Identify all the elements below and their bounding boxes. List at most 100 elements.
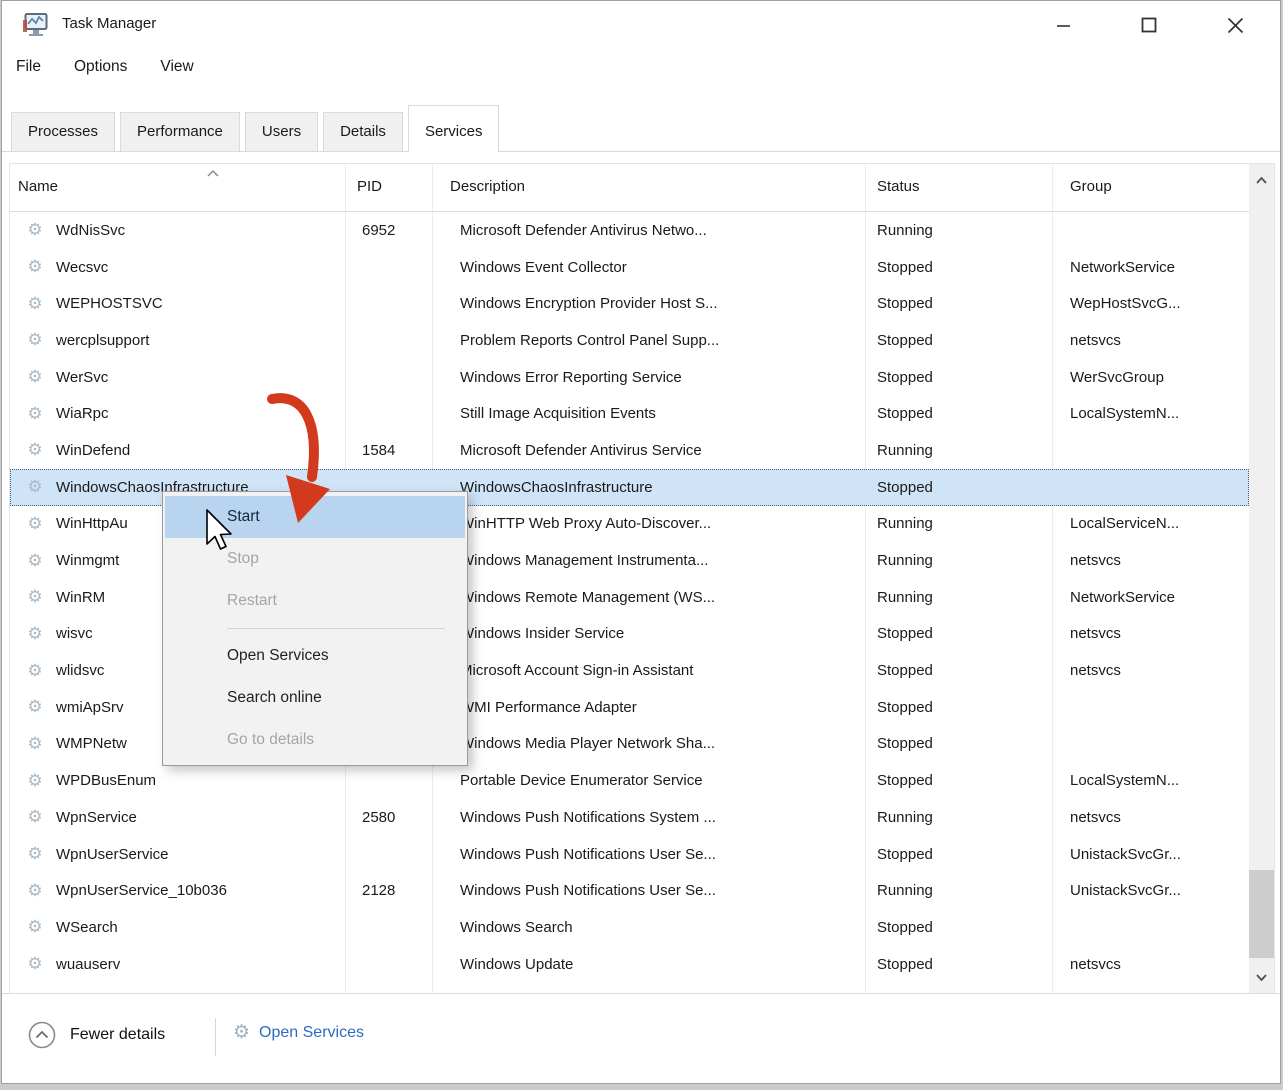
- cell-status: Stopped: [865, 259, 1052, 276]
- minimize-icon: [1056, 18, 1071, 33]
- cell-group: netsvcs: [1052, 956, 1249, 973]
- service-gear-icon: ⚙: [23, 661, 47, 681]
- open-services-link[interactable]: ⚙ Open Services: [233, 1021, 364, 1044]
- scrollbar-thumb[interactable]: [1249, 870, 1274, 958]
- cell-status: Running: [865, 589, 1052, 606]
- context-menu-item-open-services[interactable]: Open Services: [165, 635, 465, 677]
- table-row[interactable]: ⚙WerSvcWindows Error Reporting ServiceSt…: [10, 359, 1249, 396]
- cell-status: Stopped: [865, 295, 1052, 312]
- column-header-status[interactable]: Status: [865, 164, 1052, 211]
- cell-group: NetworkService: [1052, 259, 1249, 276]
- cell-status: Stopped: [865, 369, 1052, 386]
- table-row[interactable]: ⚙WpnUserServiceWindows Push Notification…: [10, 836, 1249, 873]
- cell-name: ⚙WerSvc: [10, 367, 345, 387]
- scrollbar[interactable]: [1249, 164, 1274, 993]
- fewer-details-label: Fewer details: [70, 1026, 165, 1044]
- task-manager-app-icon: [22, 11, 50, 39]
- window-title: Task Manager: [62, 15, 156, 32]
- cell-description: Still Image Acquisition Events: [432, 405, 865, 422]
- service-name: WiaRpc: [56, 405, 109, 422]
- service-name: Winmgmt: [56, 552, 119, 569]
- table-row[interactable]: ⚙WiaRpc Still Image Acquisition EventsSto…: [10, 395, 1249, 432]
- tab-users[interactable]: Users: [245, 112, 318, 151]
- tab-processes[interactable]: Processes: [11, 112, 115, 151]
- cell-name: ⚙wuauserv: [10, 954, 345, 974]
- cell-status: Stopped: [865, 772, 1052, 789]
- table-row[interactable]: ⚙WEPHOSTSVCWindows Encryption Provider H…: [10, 285, 1249, 322]
- cell-group: netsvcs: [1052, 809, 1249, 826]
- cell-group: WepHostSvcG...: [1052, 295, 1249, 312]
- table-row[interactable]: ⚙wuauservWindows UpdateStoppednetsvcs: [10, 946, 1249, 983]
- table-row[interactable]: ⚙WSearchWindows SearchStopped: [10, 909, 1249, 946]
- service-name: wuauserv: [56, 956, 120, 973]
- cell-description: Microsoft Defender Antivirus Service: [432, 442, 865, 459]
- cell-description: Windows Media Player Network Sha...: [432, 735, 865, 752]
- table-row[interactable]: ⚙WecsvcWindows Event CollectorStoppedNet…: [10, 249, 1249, 286]
- table-row[interactable]: ⚙WPDBusEnumPortable Device Enumerator Se…: [10, 762, 1249, 799]
- cell-description: WindowsChaosInfrastructure: [432, 479, 865, 496]
- table-row[interactable]: ⚙WdNisSvc6952Microsoft Defender Antiviru…: [10, 212, 1249, 249]
- service-gear-icon: ⚙: [23, 440, 47, 460]
- table-row[interactable]: ⚙WpnUserService_10b0362128Windows Push N…: [10, 872, 1249, 909]
- fewer-details-button[interactable]: Fewer details: [28, 1021, 165, 1049]
- cell-status: Running: [865, 882, 1052, 899]
- table-row[interactable]: ⚙WinDefend1584Microsoft Defender Antivir…: [10, 432, 1249, 469]
- tab-details[interactable]: Details: [323, 112, 403, 151]
- cell-name: ⚙WpnUserService_10b036: [10, 881, 345, 901]
- column-header-description[interactable]: Description: [432, 164, 865, 211]
- cell-description: Windows Push Notifications User Se...: [432, 846, 865, 863]
- cell-name: ⚙WiaRpc: [10, 404, 345, 424]
- cell-group: LocalServiceN...: [1052, 515, 1249, 532]
- cell-name: ⚙WdNisSvc: [10, 220, 345, 240]
- context-menu-item-search-online[interactable]: Search online: [165, 677, 465, 719]
- minimize-button[interactable]: [1034, 3, 1092, 47]
- cell-status: Stopped: [865, 479, 1052, 496]
- column-header-group[interactable]: Group: [1052, 164, 1249, 211]
- service-gear-icon: ⚙: [23, 624, 47, 644]
- cell-status: Stopped: [865, 735, 1052, 752]
- tab-performance[interactable]: Performance: [120, 112, 240, 151]
- service-name: WinDefend: [56, 442, 130, 459]
- menubar-item-file[interactable]: File: [16, 58, 41, 76]
- cell-description: Windows Insider Service: [432, 625, 865, 642]
- cell-description: WinHTTP Web Proxy Auto-Discover...: [432, 515, 865, 532]
- cell-group: netsvcs: [1052, 552, 1249, 569]
- chevron-up-icon: [1256, 177, 1267, 184]
- maximize-button[interactable]: [1120, 3, 1178, 47]
- cell-status: Stopped: [865, 405, 1052, 422]
- menubar-item-view[interactable]: View: [160, 58, 193, 76]
- service-name: WinRM: [56, 589, 105, 606]
- cell-status: Stopped: [865, 919, 1052, 936]
- scroll-up-button[interactable]: [1249, 164, 1274, 196]
- service-name: WinHttpAu: [56, 515, 128, 532]
- cell-description: Windows Push Notifications System ...: [432, 809, 865, 826]
- cell-group: NetworkService: [1052, 589, 1249, 606]
- cell-group: LocalSystemN...: [1052, 772, 1249, 789]
- table-header: NamePIDDescriptionStatusGroup: [10, 164, 1249, 212]
- table-row[interactable]: ⚙wercplsupportProblem Reports Control Pa…: [10, 322, 1249, 359]
- footer: Fewer details ⚙ Open Services: [2, 993, 1280, 1083]
- scroll-down-button[interactable]: [1249, 961, 1274, 993]
- cell-group: LocalSystemN...: [1052, 405, 1249, 422]
- service-gear-icon: ⚙: [23, 807, 47, 827]
- cell-status: Stopped: [865, 625, 1052, 642]
- cell-status: Running: [865, 222, 1052, 239]
- cell-name: ⚙WSearch: [10, 917, 345, 937]
- service-name: WpnUserService: [56, 846, 169, 863]
- cell-group: WerSvcGroup: [1052, 369, 1249, 386]
- cell-status: Running: [865, 809, 1052, 826]
- context-menu-item-start[interactable]: Start: [165, 496, 465, 538]
- column-header-name[interactable]: Name: [10, 164, 345, 211]
- menubar-item-options[interactable]: Options: [74, 58, 127, 76]
- service-name: WPDBusEnum: [56, 772, 156, 789]
- service-gear-icon: ⚙: [23, 330, 47, 350]
- title-bar: Task Manager: [2, 1, 1280, 51]
- column-header-pid[interactable]: PID: [345, 164, 432, 211]
- tab-services[interactable]: Services: [408, 105, 500, 152]
- cell-description: Windows Event Collector: [432, 259, 865, 276]
- service-name: WEPHOSTSVC: [56, 295, 163, 312]
- table-row[interactable]: ⚙WpnService2580Windows Push Notification…: [10, 799, 1249, 836]
- close-button[interactable]: [1206, 3, 1264, 47]
- cell-group: UnistackSvcGr...: [1052, 882, 1249, 899]
- cell-description: Microsoft Defender Antivirus Netwo...: [432, 222, 865, 239]
